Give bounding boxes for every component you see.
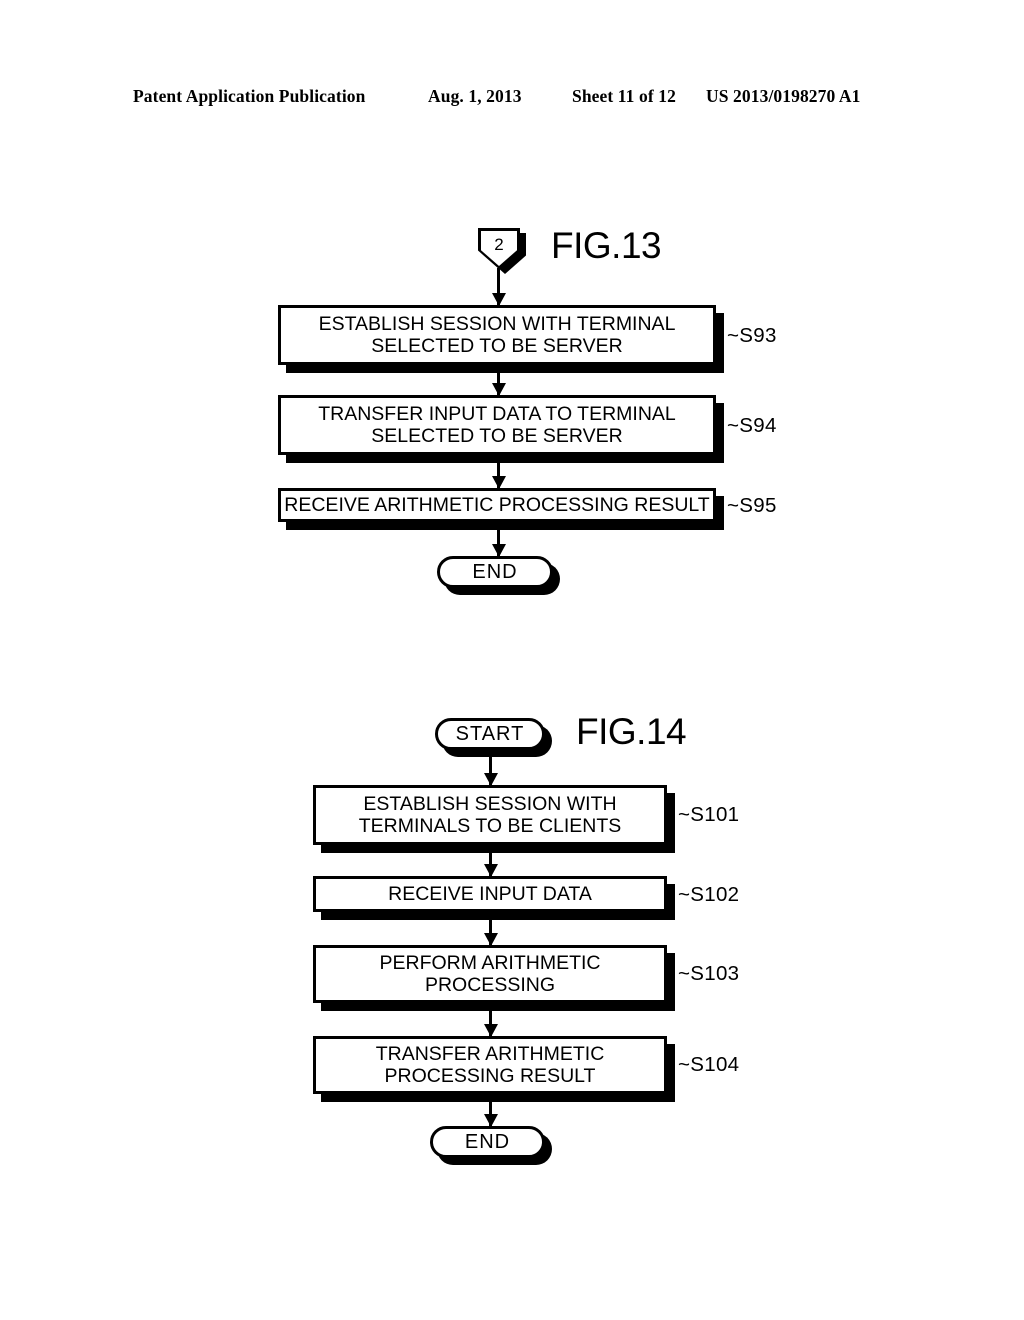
process-box-s101 [313,785,667,845]
connector-label: 2 [494,235,504,254]
step-ref-s104: ~S104 [678,1053,740,1076]
process-box-s94 [278,395,716,455]
header-date: Aug. 1, 2013 [428,86,522,106]
step-ref-s95: ~S95 [727,494,777,517]
step-ref-s101: ~S101 [678,803,740,826]
step-ref-s102: ~S102 [678,883,740,906]
step-ref-s93: ~S93 [727,324,777,347]
flow-arrow-s101-to-s102 [489,853,492,876]
terminator-end-fig14: END [430,1126,545,1158]
flow-arrow-s94-to-s95 [497,463,500,488]
off-page-connector-2: 2 [478,228,526,274]
figure-14-title: FIG.14 [576,711,687,752]
step-ref-s94: ~S94 [727,414,777,437]
flow-arrow-s102-to-s103 [489,920,492,945]
figure-13-title: FIG.13 [551,225,662,266]
process-box-s95 [278,488,716,522]
terminator-end-fig13: END [437,556,553,588]
header-patent-number: US 2013/0198270 A1 [706,86,861,106]
terminator-end-fig13-label: END [472,560,518,583]
flow-arrow-s104-to-end [489,1102,492,1126]
page-header: Patent Application Publication Aug. 1, 2… [0,86,1024,112]
flow-arrow-s103-to-s104 [489,1011,492,1036]
process-box-s104 [313,1036,667,1094]
header-publication-label: Patent Application Publication [133,86,366,106]
terminator-start-fig14-label: START [455,722,525,745]
header-sheet-number: Sheet 11 of 12 [572,86,676,106]
flow-arrow-s95-to-end [497,530,500,556]
flow-arrow-start-to-s101 [489,753,492,785]
process-box-s103 [313,945,667,1003]
step-ref-s103: ~S103 [678,962,740,985]
flow-arrow-s93-to-s94 [497,373,500,395]
patent-drawing-page: Patent Application Publication Aug. 1, 2… [0,0,1024,1320]
flow-arrow-connector-to-s93 [497,268,500,305]
terminator-end-fig14-label: END [464,1130,511,1153]
terminator-start-fig14: START [435,718,545,750]
process-box-s93 [278,305,716,365]
process-box-s102 [313,876,667,912]
